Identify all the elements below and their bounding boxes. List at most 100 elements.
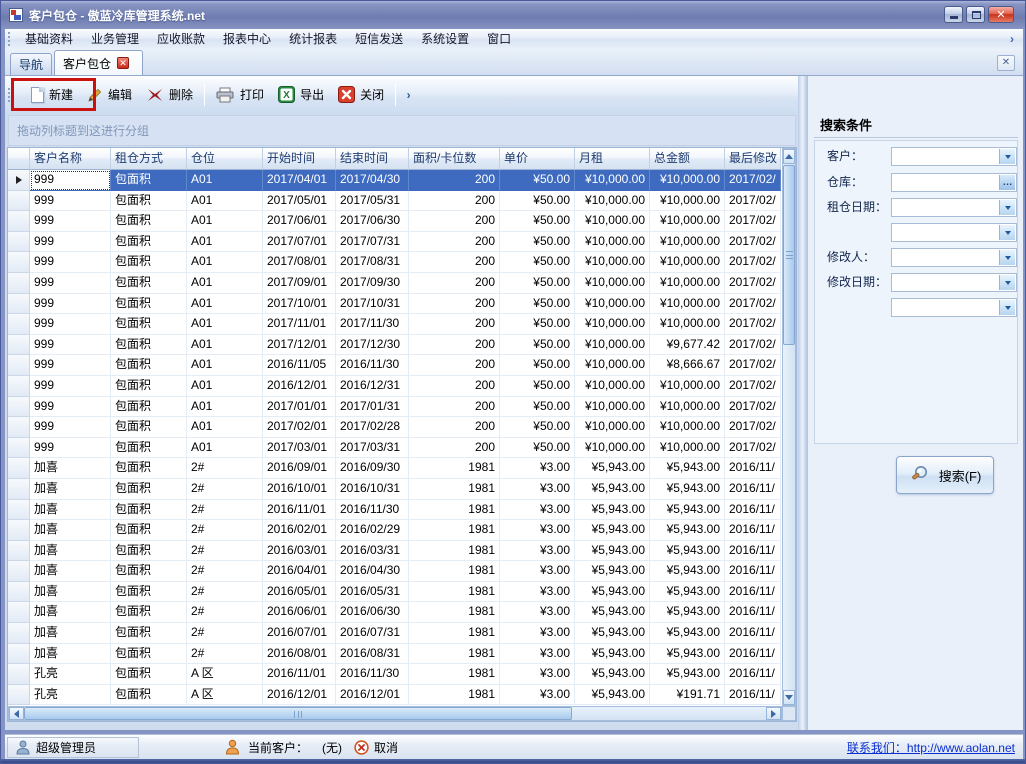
warehouse-field[interactable]: … [891,173,1017,192]
column-header[interactable]: 单价 [500,148,575,170]
table-row[interactable]: 加喜包面积2#2016/08/012016/08/311981¥3.00¥5,9… [8,644,782,665]
rent-date-to-combo[interactable] [891,223,1017,242]
table-cell: 1981 [409,664,500,685]
vertical-scrollbar[interactable] [782,148,796,706]
column-header[interactable]: 总金额 [650,148,725,170]
table-row[interactable]: 加喜包面积2#2016/10/012016/10/311981¥3.00¥5,9… [8,479,782,500]
table-row[interactable]: 999包面积A012016/12/012016/12/31200¥50.00¥1… [8,376,782,397]
dropdown-button[interactable] [999,250,1015,265]
cancel-label[interactable]: 取消 [374,739,398,756]
menu-item[interactable]: 窗口 [478,29,520,49]
horizontal-scrollbar[interactable] [8,706,782,721]
dropdown-button[interactable] [999,275,1015,290]
row-indicator [8,602,30,623]
menu-item[interactable]: 应收账款 [148,29,214,49]
customer-combo[interactable] [891,147,1017,166]
table-row[interactable]: 999包面积A012017/02/012017/02/28200¥50.00¥1… [8,417,782,438]
toolbar-overflow-icon[interactable]: › [402,85,415,105]
ellipsis-button[interactable]: … [999,175,1015,190]
dropdown-button[interactable] [999,149,1015,164]
modify-date-to-combo[interactable] [891,298,1017,317]
table-cell: 2017/02/ [725,335,781,356]
export-button[interactable]: X 导出 [271,82,331,107]
minimize-button[interactable] [944,6,963,23]
table-row[interactable]: 999包面积A012017/11/012017/11/30200¥50.00¥1… [8,314,782,335]
table-row[interactable]: 999包面积A012017/08/012017/08/31200¥50.00¥1… [8,252,782,273]
table-row[interactable]: 孔亮包面积A 区2016/11/012016/11/301981¥3.00¥5,… [8,664,782,685]
column-header[interactable]: 月租 [575,148,650,170]
scroll-left-button[interactable] [9,707,24,720]
table-row[interactable]: 加喜包面积2#2016/09/012016/09/301981¥3.00¥5,9… [8,458,782,479]
table-row[interactable]: 999包面积A012017/03/012017/03/31200¥50.00¥1… [8,438,782,459]
table-row[interactable]: 999包面积A012016/11/052016/11/30200¥50.00¥1… [8,355,782,376]
rent-date-from-combo[interactable] [891,198,1017,217]
column-header[interactable]: 客户名称 [30,148,111,170]
tab-close-icon[interactable]: ✕ [117,57,129,69]
row-indicator [8,520,30,541]
table-row[interactable]: 加喜包面积2#2016/11/012016/11/301981¥3.00¥5,9… [8,500,782,521]
table-row[interactable]: 加喜包面积2#2016/05/012016/05/311981¥3.00¥5,9… [8,582,782,603]
contact-link[interactable]: 联系我们：http://www.aolan.net [847,739,1015,756]
vertical-scroll-thumb[interactable] [783,165,795,345]
table-row[interactable]: 999包面积A012017/09/012017/09/30200¥50.00¥1… [8,273,782,294]
table-row[interactable]: 999包面积A012017/12/012017/12/30200¥50.00¥1… [8,335,782,356]
table-row[interactable]: 999包面积A012017/01/012017/01/31200¥50.00¥1… [8,397,782,418]
close-button[interactable]: ✕ [988,6,1014,23]
tab-customer-storage[interactable]: 客户包仓 ✕ [54,50,143,75]
tabstrip-close-button[interactable]: ✕ [997,55,1015,71]
table-row[interactable]: 加喜包面积2#2016/04/012016/04/301981¥3.00¥5,9… [8,561,782,582]
menu-item[interactable]: 统计报表 [280,29,346,49]
horizontal-scroll-thumb[interactable] [24,707,572,720]
column-header[interactable]: 开始时间 [263,148,336,170]
column-header[interactable]: 面积/卡位数 [409,148,500,170]
dropdown-button[interactable] [999,300,1015,315]
scroll-down-button[interactable] [783,690,795,705]
row-indicator [8,273,30,294]
title-bar[interactable]: 客户包仓 - 傲蓝冷库管理系统.net ✕ [1,1,1026,29]
table-row[interactable]: 999包面积A012017/10/012017/10/31200¥50.00¥1… [8,294,782,315]
menu-item[interactable]: 业务管理 [82,29,148,49]
table-row[interactable]: 999包面积A012017/05/012017/05/31200¥50.00¥1… [8,191,782,212]
dropdown-button[interactable] [999,200,1015,215]
group-by-bar[interactable]: 拖动列标题到这进行分组 [8,115,796,146]
modify-date-from-combo[interactable] [891,273,1017,292]
delete-button[interactable]: 删除 [139,82,200,107]
table-cell: 包面积 [111,582,187,603]
search-button[interactable]: 搜索(F) [896,456,994,494]
menu-item[interactable]: 短信发送 [346,29,412,49]
modifier-combo[interactable] [891,248,1017,267]
column-header[interactable]: 结束时间 [336,148,409,170]
close-tab-button[interactable]: 关闭 [331,82,391,107]
table-cell: ¥10,000.00 [650,252,725,273]
table-row[interactable]: 999包面积A012017/07/012017/07/31200¥50.00¥1… [8,232,782,253]
table-row[interactable]: 999包面积A012017/04/012017/04/30200¥50.00¥1… [8,170,782,191]
table-cell: 加喜 [30,541,111,562]
table-row[interactable]: 加喜包面积2#2016/02/012016/02/291981¥3.00¥5,9… [8,520,782,541]
column-header[interactable]: 仓位 [187,148,263,170]
menu-item[interactable]: 基础资料 [16,29,82,49]
table-cell: 2016/05/31 [336,582,409,603]
dropdown-button[interactable] [999,225,1015,240]
menu-overflow-icon[interactable]: › [1005,31,1019,47]
print-button[interactable]: 打印 [209,82,271,107]
field-label: 仓库： [827,173,863,192]
menu-grip[interactable] [8,32,11,46]
panel-splitter[interactable] [798,76,807,730]
column-header[interactable]: 租仓方式 [111,148,187,170]
app-icon [9,8,23,22]
menu-item[interactable]: 系统设置 [412,29,478,49]
table-row[interactable]: 孔亮包面积A 区2016/12/012016/12/011981¥3.00¥5,… [8,685,782,706]
column-header[interactable]: 最后修改 [725,148,781,170]
table-row[interactable]: 999包面积A012017/06/012017/06/30200¥50.00¥1… [8,211,782,232]
tab-navigation[interactable]: 导航 [10,53,52,75]
table-row[interactable]: 加喜包面积2#2016/07/012016/07/311981¥3.00¥5,9… [8,623,782,644]
scroll-up-button[interactable] [783,149,795,164]
maximize-button[interactable] [966,6,985,23]
table-row[interactable]: 加喜包面积2#2016/06/012016/06/301981¥3.00¥5,9… [8,602,782,623]
table-cell: 200 [409,170,500,191]
row-indicator [8,685,30,706]
table-row[interactable]: 加喜包面积2#2016/03/012016/03/311981¥3.00¥5,9… [8,541,782,562]
table-cell: 2017/06/30 [336,211,409,232]
menu-item[interactable]: 报表中心 [214,29,280,49]
scroll-right-button[interactable] [766,707,781,720]
